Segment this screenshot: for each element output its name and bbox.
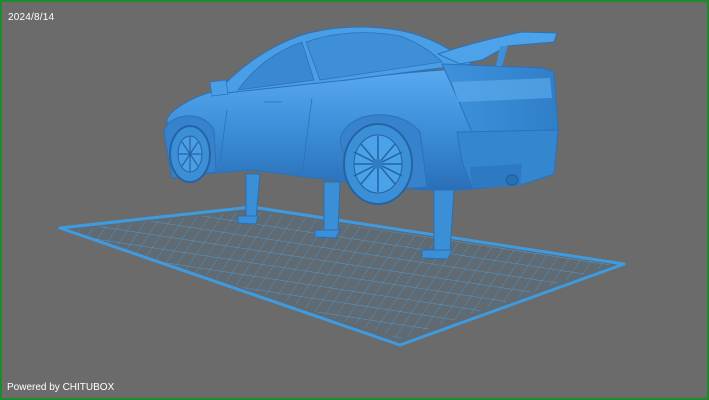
rear-wheel: [343, 123, 413, 205]
date-stamp: 2024/8/14: [8, 12, 55, 23]
powered-by-label: Powered by CHITUBOX: [7, 382, 115, 393]
scene-canvas[interactable]: [2, 2, 707, 398]
chitubox-3d-viewport[interactable]: 2024/8/14 Powered by CHITUBOX: [0, 0, 709, 400]
car-model[interactable]: [163, 26, 559, 205]
front-wheel: [169, 125, 211, 183]
build-plate: [58, 205, 626, 347]
